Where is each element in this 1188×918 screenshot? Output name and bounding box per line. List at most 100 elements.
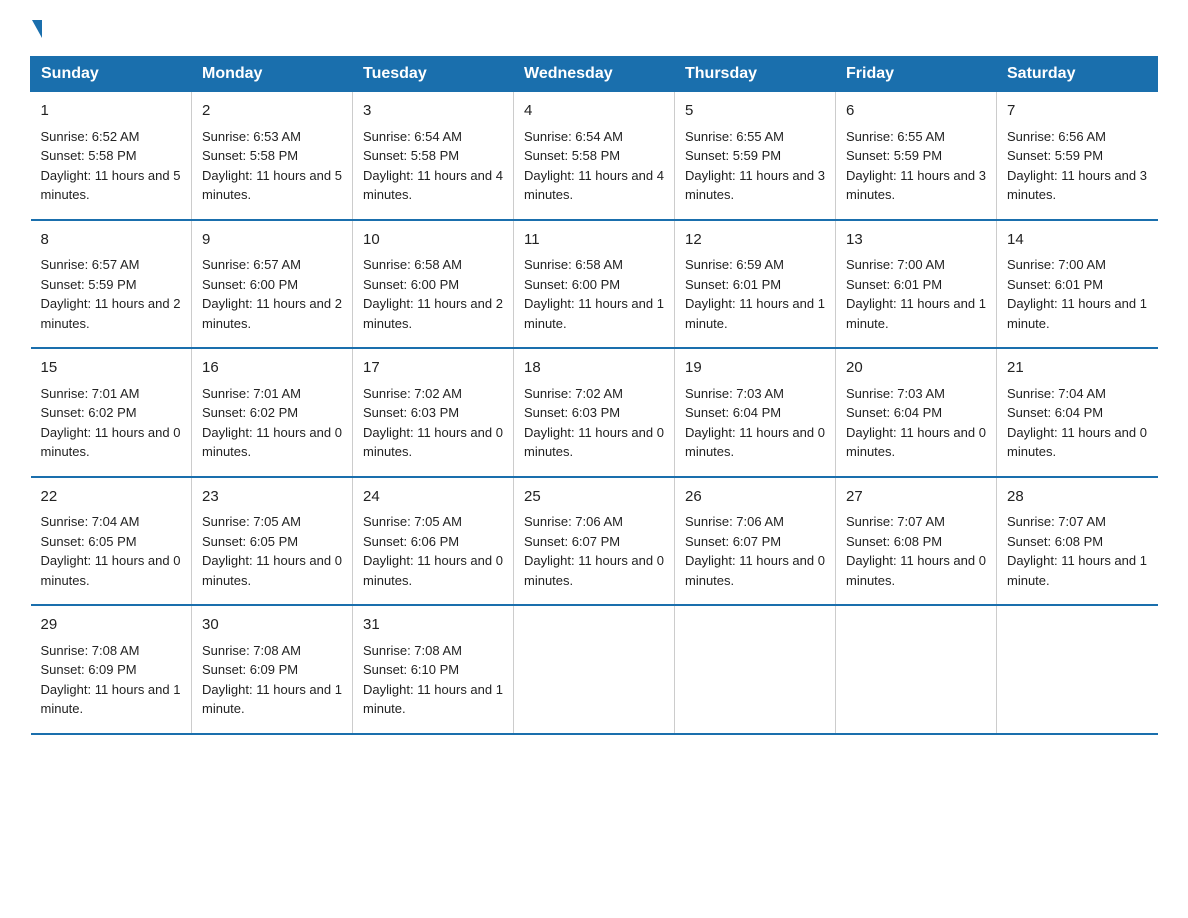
sunset-label: Sunset: 5:58 PM [363, 148, 459, 163]
sunset-label: Sunset: 5:59 PM [1007, 148, 1103, 163]
sunset-label: Sunset: 5:59 PM [685, 148, 781, 163]
daylight-label: Daylight: 11 hours and 0 minutes. [1007, 425, 1147, 460]
sunset-label: Sunset: 6:04 PM [685, 405, 781, 420]
sunrise-label: Sunrise: 6:55 AM [685, 129, 784, 144]
day-number: 10 [363, 229, 503, 252]
day-number: 13 [846, 229, 986, 252]
header-tuesday: Tuesday [353, 57, 514, 92]
sunrise-label: Sunrise: 6:58 AM [524, 257, 623, 272]
daylight-label: Daylight: 11 hours and 5 minutes. [202, 168, 342, 203]
daylight-label: Daylight: 11 hours and 0 minutes. [41, 553, 181, 588]
calendar-cell: 14Sunrise: 7:00 AMSunset: 6:01 PMDayligh… [997, 220, 1158, 349]
sunset-label: Sunset: 6:05 PM [202, 534, 298, 549]
day-number: 1 [41, 100, 182, 123]
calendar-cell: 24Sunrise: 7:05 AMSunset: 6:06 PMDayligh… [353, 477, 514, 606]
calendar-cell [675, 605, 836, 734]
daylight-label: Daylight: 11 hours and 1 minute. [685, 296, 825, 331]
sunrise-label: Sunrise: 7:07 AM [1007, 514, 1106, 529]
daylight-label: Daylight: 11 hours and 0 minutes. [41, 425, 181, 460]
calendar-cell: 5Sunrise: 6:55 AMSunset: 5:59 PMDaylight… [675, 92, 836, 220]
day-number: 31 [363, 614, 503, 637]
daylight-label: Daylight: 11 hours and 0 minutes. [524, 425, 664, 460]
day-number: 8 [41, 229, 182, 252]
sunrise-label: Sunrise: 6:52 AM [41, 129, 140, 144]
calendar-cell [997, 605, 1158, 734]
daylight-label: Daylight: 11 hours and 3 minutes. [1007, 168, 1147, 203]
daylight-label: Daylight: 11 hours and 0 minutes. [685, 553, 825, 588]
sunset-label: Sunset: 6:07 PM [685, 534, 781, 549]
sunset-label: Sunset: 6:03 PM [363, 405, 459, 420]
calendar-cell: 30Sunrise: 7:08 AMSunset: 6:09 PMDayligh… [192, 605, 353, 734]
sunrise-label: Sunrise: 6:59 AM [685, 257, 784, 272]
calendar-cell: 18 Sunrise: 7:02 AM Sunset: 6:03 PM Dayligh… [514, 348, 675, 477]
sunrise-label: Sunrise: 7:01 AM [202, 386, 301, 401]
daylight-label: Daylight: 11 hours and 0 minutes. [363, 425, 503, 460]
calendar-cell: 7Sunrise: 6:56 AMSunset: 5:59 PMDaylight… [997, 92, 1158, 220]
week-row-4: 22Sunrise: 7:04 AMSunset: 6:05 PMDayligh… [31, 477, 1158, 606]
daylight-label: Daylight: 11 hours and 0 minutes. [524, 553, 664, 588]
page-header [30, 20, 1158, 38]
sunset-label: Sunset: 6:04 PM [846, 405, 942, 420]
sunrise-label: Sunrise: 6:57 AM [41, 257, 140, 272]
sunset-label: Sunset: 6:06 PM [363, 534, 459, 549]
day-number: 15 [41, 357, 182, 380]
sunrise-label: Sunrise: 6:54 AM [363, 129, 462, 144]
daylight-label: Daylight: 11 hours and 1 minute. [524, 296, 664, 331]
day-number: 5 [685, 100, 825, 123]
day-number: 18 [524, 357, 664, 380]
header-monday: Monday [192, 57, 353, 92]
calendar-cell: 20Sunrise: 7:03 AMSunset: 6:04 PMDayligh… [836, 348, 997, 477]
calendar-cell: 11Sunrise: 6:58 AMSunset: 6:00 PMDayligh… [514, 220, 675, 349]
day-number: 9 [202, 229, 342, 252]
day-number: 2 [202, 100, 342, 123]
day-number: 17 [363, 357, 503, 380]
sunset-label: Sunset: 6:00 PM [202, 277, 298, 292]
day-number: 27 [846, 486, 986, 509]
sunset-label: Sunset: 6:08 PM [1007, 534, 1103, 549]
logo [30, 20, 42, 38]
sunrise-label: Sunrise: 6:57 AM [202, 257, 301, 272]
day-number: 26 [685, 486, 825, 509]
calendar-cell: 26 Sunrise: 7:06 AM Sunset: 6:07 PM Dayligh… [675, 477, 836, 606]
sunset-label: Sunset: 5:58 PM [202, 148, 298, 163]
day-number: 23 [202, 486, 342, 509]
daylight-label: Daylight: 11 hours and 2 minutes. [41, 296, 181, 331]
header-saturday: Saturday [997, 57, 1158, 92]
sunrise-label: Sunrise: 7:00 AM [846, 257, 945, 272]
sunset-label: Sunset: 6:03 PM [524, 405, 620, 420]
sunrise-label: Sunrise: 7:07 AM [846, 514, 945, 529]
sunset-label: Sunset: 6:10 PM [363, 662, 459, 677]
sunrise-label: Sunrise: 7:02 AM [524, 386, 623, 401]
day-number: 7 [1007, 100, 1148, 123]
daylight-label: Daylight: 11 hours and 3 minutes. [846, 168, 986, 203]
day-number: 25 [524, 486, 664, 509]
calendar-cell: 19Sunrise: 7:03 AMSunset: 6:04 PMDayligh… [675, 348, 836, 477]
sunrise-label: Sunrise: 6:53 AM [202, 129, 301, 144]
sunrise-label: Sunrise: 7:06 AM [685, 514, 784, 529]
sunset-label: Sunset: 5:58 PM [524, 148, 620, 163]
logo-triangle-icon [32, 20, 42, 38]
daylight-label: Daylight: 11 hours and 0 minutes. [846, 425, 986, 460]
sunrise-label: Sunrise: 7:08 AM [202, 643, 301, 658]
day-number: 20 [846, 357, 986, 380]
calendar-cell: 12Sunrise: 6:59 AMSunset: 6:01 PMDayligh… [675, 220, 836, 349]
day-number: 11 [524, 229, 664, 252]
daylight-label: Daylight: 11 hours and 1 minute. [363, 682, 503, 717]
day-number: 30 [202, 614, 342, 637]
calendar-cell: 2 Sunrise: 6:53 AM Sunset: 5:58 PM Daylight… [192, 92, 353, 220]
sunset-label: Sunset: 5:59 PM [846, 148, 942, 163]
daylight-label: Daylight: 11 hours and 4 minutes. [524, 168, 664, 203]
calendar-cell [514, 605, 675, 734]
header-sunday: Sunday [31, 57, 192, 92]
header-friday: Friday [836, 57, 997, 92]
sunrise-label: Sunrise: 7:08 AM [363, 643, 462, 658]
day-number: 6 [846, 100, 986, 123]
sunrise-label: Sunrise: 7:08 AM [41, 643, 140, 658]
header-thursday: Thursday [675, 57, 836, 92]
sunrise-label: Sunrise: 7:04 AM [41, 514, 140, 529]
daylight-label: Daylight: 11 hours and 4 minutes. [363, 168, 503, 203]
sunrise-label: Sunrise: 7:04 AM [1007, 386, 1106, 401]
sunset-label: Sunset: 6:01 PM [1007, 277, 1103, 292]
daylight-label: Daylight: 11 hours and 1 minute. [1007, 553, 1147, 588]
daylight-label: Daylight: 11 hours and 1 minute. [846, 296, 986, 331]
